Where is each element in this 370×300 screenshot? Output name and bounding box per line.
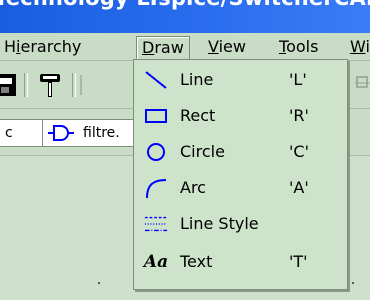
menu-item-label: Arc: [180, 178, 206, 197]
hammer-icon[interactable]: [36, 71, 64, 99]
menu-bar: Hierarchy Draw View Tools Wi: [0, 33, 370, 61]
menu-item-label: Line: [180, 70, 214, 89]
grid-dot: [352, 282, 354, 284]
menu-item-label: Line Style: [180, 214, 259, 233]
line-style-icon: [144, 212, 168, 236]
menu-item-shortcut: 'R': [289, 106, 309, 125]
grid-dot: [98, 282, 100, 284]
toolbar-separator: [72, 73, 76, 97]
schematic-icon: [48, 124, 74, 142]
tab-label: filtre.: [83, 125, 120, 141]
menu-item-label: Circle: [180, 142, 225, 161]
menu-item-label: Text: [180, 252, 213, 271]
toolbar-separator: [24, 73, 28, 97]
arc-icon: [144, 176, 168, 200]
save-icon[interactable]: [0, 74, 16, 96]
toolbar-icon-disabled[interactable]: [355, 75, 369, 91]
menu-item-line-style[interactable]: Line Style: [134, 206, 347, 242]
menu-view[interactable]: View: [208, 36, 246, 58]
menu-draw[interactable]: Draw: [136, 36, 190, 59]
tab-schematic[interactable]: filtre.: [42, 119, 140, 147]
menu-hierarchy[interactable]: Hierarchy: [4, 36, 81, 58]
menu-item-shortcut: 'L': [289, 70, 307, 89]
title-bar: Technology LTspice/SwitcherCAD III: [0, 0, 370, 33]
window-title: Technology LTspice/SwitcherCAD III: [0, 0, 370, 10]
circle-icon: [144, 140, 168, 164]
tab-label: c: [5, 125, 13, 141]
menu-item-shortcut: 'T': [289, 252, 308, 271]
menu-item-rect[interactable]: Rect 'R': [134, 98, 347, 134]
menu-item-shortcut: 'C': [289, 142, 309, 161]
menu-item-shortcut: 'A': [289, 178, 309, 197]
menu-item-text[interactable]: Aa Text 'T': [134, 244, 347, 280]
menu-item-circle[interactable]: Circle 'C': [134, 134, 347, 170]
menu-item-line[interactable]: Line 'L': [134, 62, 347, 98]
menu-item-label: Rect: [180, 106, 216, 125]
menu-item-arc[interactable]: Arc 'A': [134, 170, 347, 206]
text-icon: Aa: [143, 252, 169, 272]
line-icon: [144, 68, 168, 92]
tab-document[interactable]: c: [0, 119, 46, 147]
draw-menu-dropdown: Line 'L' Rect 'R' Circle 'C' Arc 'A' Lin…: [133, 59, 348, 290]
menu-tools[interactable]: Tools: [279, 36, 318, 58]
rect-icon: [144, 104, 168, 128]
toolbar-icon-faded[interactable]: [80, 75, 94, 95]
menu-window[interactable]: Wi: [350, 36, 370, 58]
